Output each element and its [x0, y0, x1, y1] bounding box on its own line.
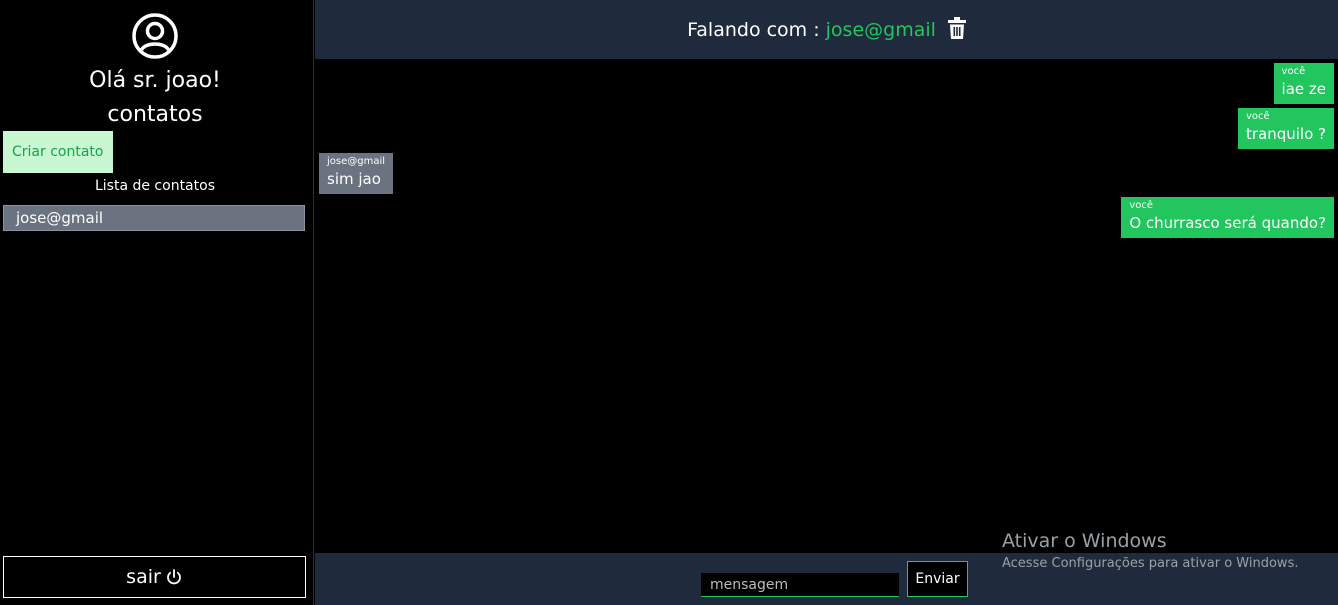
contacts-heading: contatos [107, 102, 203, 127]
chat-header: Falando com : jose@gmail [315, 0, 1338, 59]
header-contact-name: jose@gmail [825, 18, 936, 41]
create-contact-button[interactable]: Criar contato [3, 131, 113, 173]
message-sender: você [1245, 111, 1270, 122]
message-text: sim jao [327, 170, 381, 188]
message-sender: jose@gmail [327, 156, 386, 167]
greeting: Olá sr. joao! [89, 68, 221, 93]
message-text: O churrasco será quando? [1129, 214, 1326, 232]
message-area: você iae ze você tranquilo ? jose@gmail … [315, 59, 1338, 553]
chat-app: Olá sr. joao! contatos Criar contato Lis… [0, 0, 1338, 605]
power-icon [166, 569, 181, 585]
message-bubble: você O churrasco será quando? [1121, 197, 1334, 238]
user-circle-icon [132, 13, 178, 59]
message-bubble: você iae ze [1273, 63, 1334, 104]
trash-icon[interactable] [947, 16, 966, 39]
sidebar: Olá sr. joao! contatos Criar contato Lis… [0, 0, 314, 605]
contact-list-title: Lista de contatos [94, 178, 215, 194]
logout-button[interactable]: sair [3, 556, 306, 598]
message-text: tranquilo ? [1245, 125, 1326, 143]
header-prefix: Falando com : [687, 18, 820, 41]
watermark-subtitle: Acesse Configurações para ativar o Windo… [1002, 556, 1299, 571]
message-bubble: jose@gmail sim jao [319, 153, 394, 194]
message-sender: você [1129, 200, 1154, 211]
message-bubble: você tranquilo ? [1237, 108, 1334, 149]
message-sender: você [1281, 66, 1306, 77]
message-input[interactable] [701, 573, 899, 597]
windows-activation-watermark: Ativar o Windows Acesse Configurações pa… [1002, 529, 1298, 573]
logout-label: sair [126, 566, 161, 588]
watermark-title: Ativar o Windows [1002, 530, 1167, 552]
message-text: iae ze [1281, 80, 1326, 98]
contact-item[interactable]: jose@gmail [3, 205, 305, 231]
send-button[interactable]: Enviar [907, 561, 968, 597]
